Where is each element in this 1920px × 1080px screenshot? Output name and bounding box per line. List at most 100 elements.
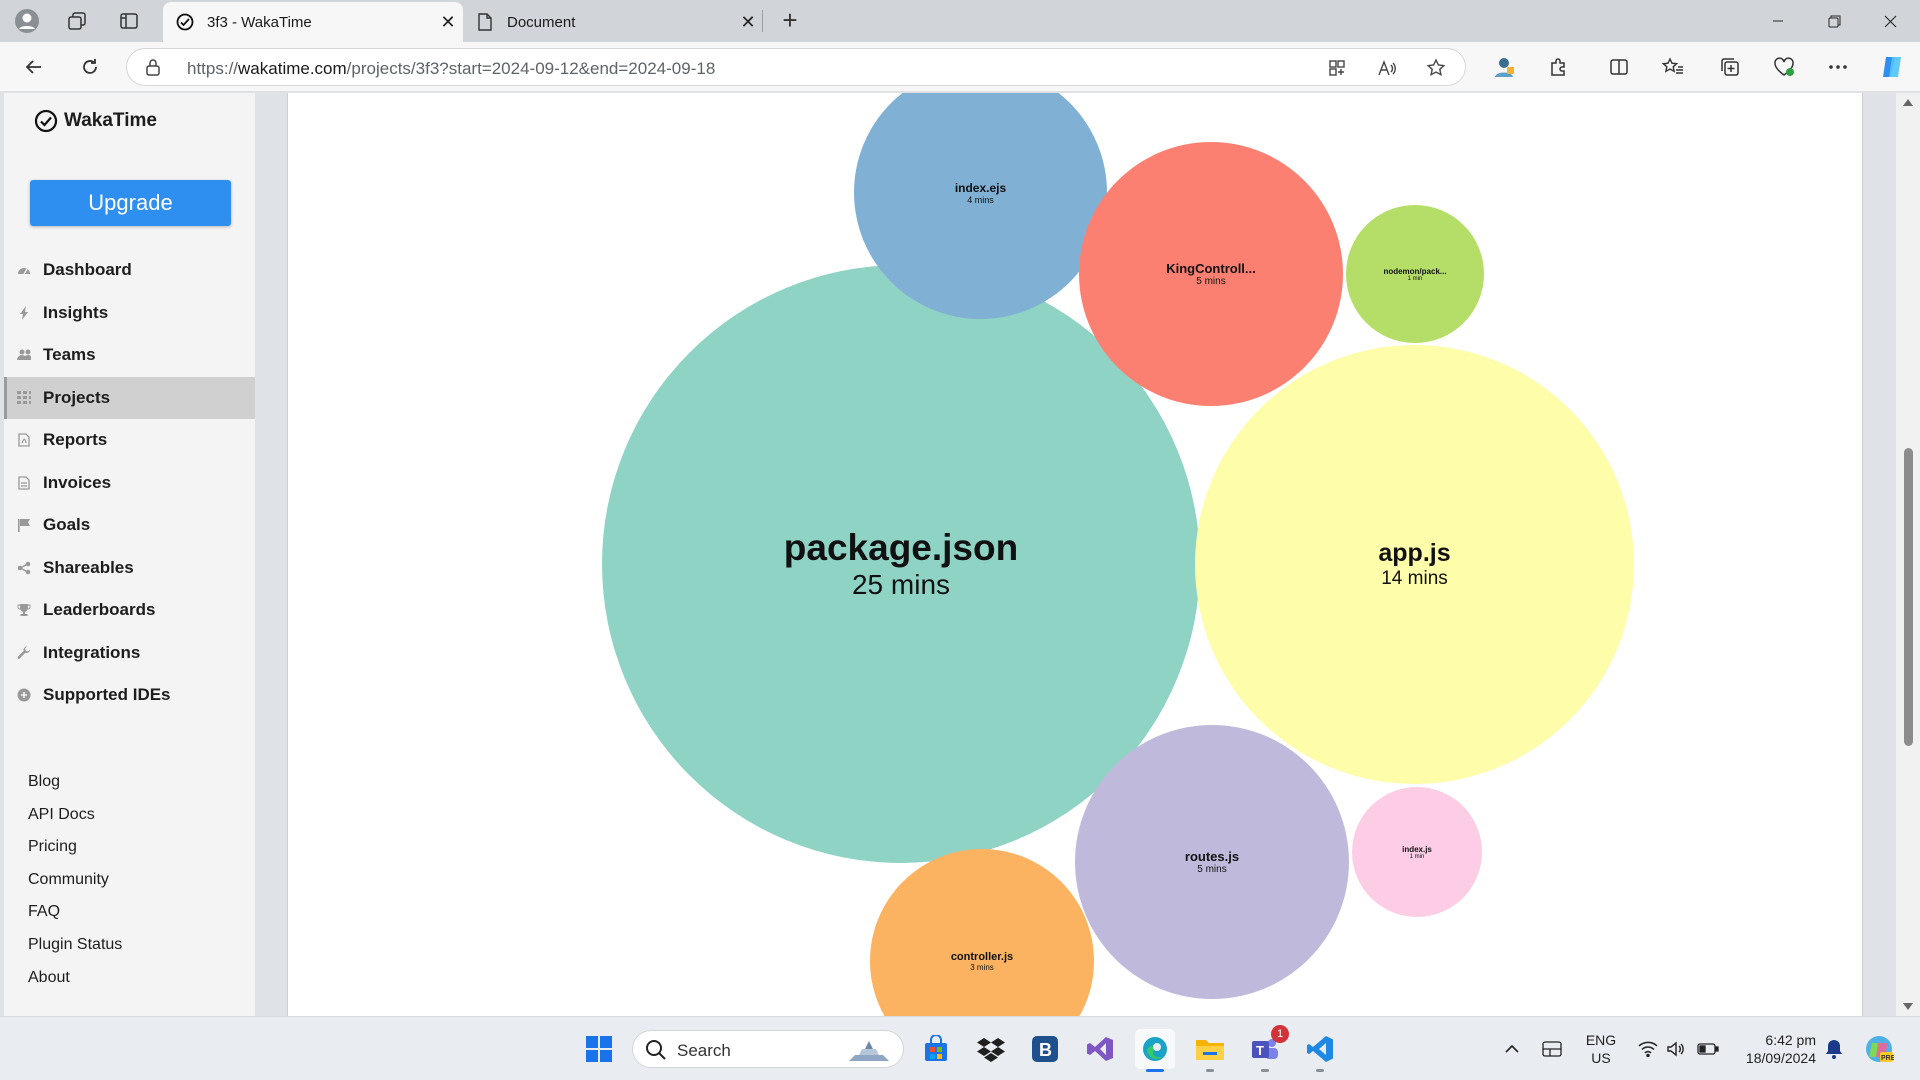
tab-document[interactable]: Document ✕ bbox=[463, 2, 763, 42]
sidebar-item-insights[interactable]: Insights bbox=[4, 292, 255, 335]
file-bubble-kingcontroller[interactable]: KingControll... 5 mins bbox=[1079, 142, 1343, 406]
upgrade-button[interactable]: Upgrade bbox=[30, 180, 231, 226]
sidebar-item-label: Shareables bbox=[43, 557, 134, 577]
region-code: US bbox=[1591, 1050, 1611, 1066]
file-explorer-icon[interactable] bbox=[1190, 1029, 1230, 1072]
footer-link-pricing[interactable]: Pricing bbox=[28, 838, 122, 871]
close-window-icon[interactable] bbox=[1862, 0, 1918, 42]
file-bubble-controller-js[interactable]: controller.js 3 mins bbox=[870, 849, 1094, 1016]
footer-link-community[interactable]: Community bbox=[28, 871, 122, 904]
scrollbar-thumb[interactable] bbox=[1904, 448, 1913, 746]
search-icon bbox=[645, 1039, 667, 1066]
input-language-indicator[interactable]: ENG US bbox=[1581, 1031, 1621, 1067]
file-bubble-routes-js[interactable]: routes.js 5 mins bbox=[1075, 725, 1349, 999]
copilot-icon[interactable] bbox=[1876, 51, 1908, 83]
sidebar-item-leaderboards[interactable]: Leaderboards bbox=[4, 589, 255, 632]
sidebar-item-integrations[interactable]: Integrations bbox=[4, 632, 255, 675]
show-hidden-icons-chevron-icon[interactable] bbox=[1500, 1017, 1524, 1080]
back-arrow-icon[interactable] bbox=[18, 51, 50, 83]
sidebar-item-label: Projects bbox=[43, 387, 111, 407]
copilot-taskbar-icon[interactable]: PRE bbox=[1862, 1017, 1896, 1080]
address-bar[interactable]: https://wakatime.com/projects/3f3?start=… bbox=[126, 48, 1466, 86]
svg-text:B: B bbox=[1039, 1040, 1052, 1060]
user-extension-icon[interactable] bbox=[1488, 51, 1520, 83]
teams-icon[interactable]: T 1 bbox=[1245, 1025, 1289, 1072]
microsoft-store-icon[interactable] bbox=[916, 1029, 956, 1069]
touch-keyboard-icon[interactable] bbox=[1538, 1017, 1566, 1080]
sidebar-item-shareables[interactable]: Shareables bbox=[4, 547, 255, 590]
file-bubble-app-js[interactable]: app.js 14 mins bbox=[1195, 345, 1634, 784]
file-name: nodemon/pack... bbox=[1383, 266, 1447, 276]
footer-link-plugin-status[interactable]: Plugin Status bbox=[28, 936, 122, 969]
language-code: ENG bbox=[1585, 1032, 1617, 1048]
dropbox-icon[interactable] bbox=[971, 1029, 1011, 1069]
wifi-icon[interactable] bbox=[1636, 1017, 1660, 1080]
visual-studio-icon[interactable] bbox=[1080, 1029, 1120, 1069]
collections-icon[interactable] bbox=[1714, 51, 1746, 83]
svg-text:T: T bbox=[1256, 1043, 1264, 1058]
sidebar-item-invoices[interactable]: Invoices bbox=[4, 462, 255, 505]
file-name: app.js bbox=[1378, 539, 1451, 567]
browser-toolbar: https://wakatime.com/projects/3f3?start=… bbox=[0, 42, 1920, 92]
favorite-star-icon[interactable] bbox=[1424, 56, 1448, 80]
app-available-icon[interactable] bbox=[1325, 56, 1349, 80]
sidebar-item-label: Dashboard bbox=[43, 260, 132, 280]
notification-bell-icon[interactable] bbox=[1822, 1017, 1846, 1080]
url-text[interactable]: https://wakatime.com/projects/3f3?start=… bbox=[187, 59, 715, 79]
extensions-puzzle-icon[interactable] bbox=[1542, 51, 1574, 83]
sidebar-item-dashboard[interactable]: Dashboard bbox=[4, 249, 255, 292]
sidebar-item-reports[interactable]: Reports bbox=[4, 419, 255, 462]
workspaces-icon[interactable] bbox=[62, 6, 92, 36]
taskbar-search[interactable]: Search bbox=[632, 1030, 904, 1068]
vscode-icon[interactable] bbox=[1300, 1029, 1340, 1072]
sidebar-item-teams[interactable]: Teams bbox=[4, 334, 255, 377]
system-clock[interactable]: 6:42 pm 18/09/2024 bbox=[1736, 1031, 1816, 1067]
page: WakaTime Upgrade Dashboard Insights Team… bbox=[0, 93, 1920, 1016]
sidebar-nav: Dashboard Insights Teams Projects Report… bbox=[4, 249, 255, 717]
file-duration: 3 mins bbox=[970, 962, 994, 972]
booking-app-icon[interactable]: B bbox=[1025, 1029, 1065, 1069]
file-name: routes.js bbox=[1184, 849, 1240, 864]
sidebar-footer-links: Blog API Docs Pricing Community FAQ Plug… bbox=[28, 773, 122, 1001]
read-aloud-icon[interactable] bbox=[1375, 56, 1399, 80]
scroll-down-arrow-icon[interactable] bbox=[1903, 1003, 1913, 1010]
refresh-icon[interactable] bbox=[74, 51, 106, 83]
favorites-icon[interactable] bbox=[1657, 51, 1689, 83]
file-name: package.json bbox=[783, 527, 1019, 568]
file-name: index.js bbox=[1402, 844, 1432, 854]
sidebar-item-goals[interactable]: Goals bbox=[4, 504, 255, 547]
profile-icon[interactable] bbox=[12, 6, 42, 36]
vertical-tabs-icon[interactable] bbox=[114, 6, 144, 36]
sidebar-item-label: Supported IDEs bbox=[43, 685, 171, 705]
file-duration: 25 mins bbox=[851, 569, 951, 600]
sidebar-item-projects[interactable]: Projects bbox=[4, 376, 255, 419]
tab-wakatime[interactable]: 3f3 - WakaTime ✕ bbox=[163, 2, 463, 42]
close-tab-icon[interactable]: ✕ bbox=[433, 12, 463, 33]
footer-link-api-docs[interactable]: API Docs bbox=[28, 806, 122, 839]
share-icon bbox=[17, 561, 31, 575]
edge-browser-icon[interactable] bbox=[1135, 1029, 1175, 1072]
new-tab-icon[interactable]: + bbox=[775, 6, 805, 36]
start-windows-icon[interactable] bbox=[579, 1029, 619, 1069]
wakatime-logo[interactable]: WakaTime bbox=[34, 109, 157, 133]
volume-icon[interactable] bbox=[1664, 1017, 1688, 1080]
scroll-up-arrow-icon[interactable] bbox=[1903, 99, 1913, 106]
restore-icon[interactable] bbox=[1806, 0, 1862, 42]
browser-essentials-icon[interactable] bbox=[1768, 51, 1800, 83]
sidebar-item-supported-ides[interactable]: Supported IDEs bbox=[4, 674, 255, 717]
sidebar-item-label: Goals bbox=[43, 515, 91, 535]
battery-icon[interactable] bbox=[1694, 1017, 1722, 1080]
page-scrollbar[interactable] bbox=[1896, 93, 1920, 1016]
minimize-icon[interactable] bbox=[1750, 0, 1806, 42]
more-options-icon[interactable] bbox=[1822, 51, 1854, 83]
file-bubble-index-js[interactable]: index.js 1 min bbox=[1352, 787, 1482, 917]
footer-link-faq[interactable]: FAQ bbox=[28, 903, 122, 936]
footer-link-blog[interactable]: Blog bbox=[28, 773, 122, 806]
footer-link-about[interactable]: About bbox=[28, 969, 122, 1002]
tab-title: Document bbox=[507, 13, 576, 31]
close-tab-icon[interactable]: ✕ bbox=[733, 12, 763, 33]
lock-icon[interactable] bbox=[145, 58, 161, 81]
file-bubble-nodemon-package[interactable]: nodemon/pack... 1 min bbox=[1346, 205, 1484, 343]
split-screen-icon[interactable] bbox=[1603, 51, 1635, 83]
sidebar-item-label: Reports bbox=[43, 430, 108, 450]
